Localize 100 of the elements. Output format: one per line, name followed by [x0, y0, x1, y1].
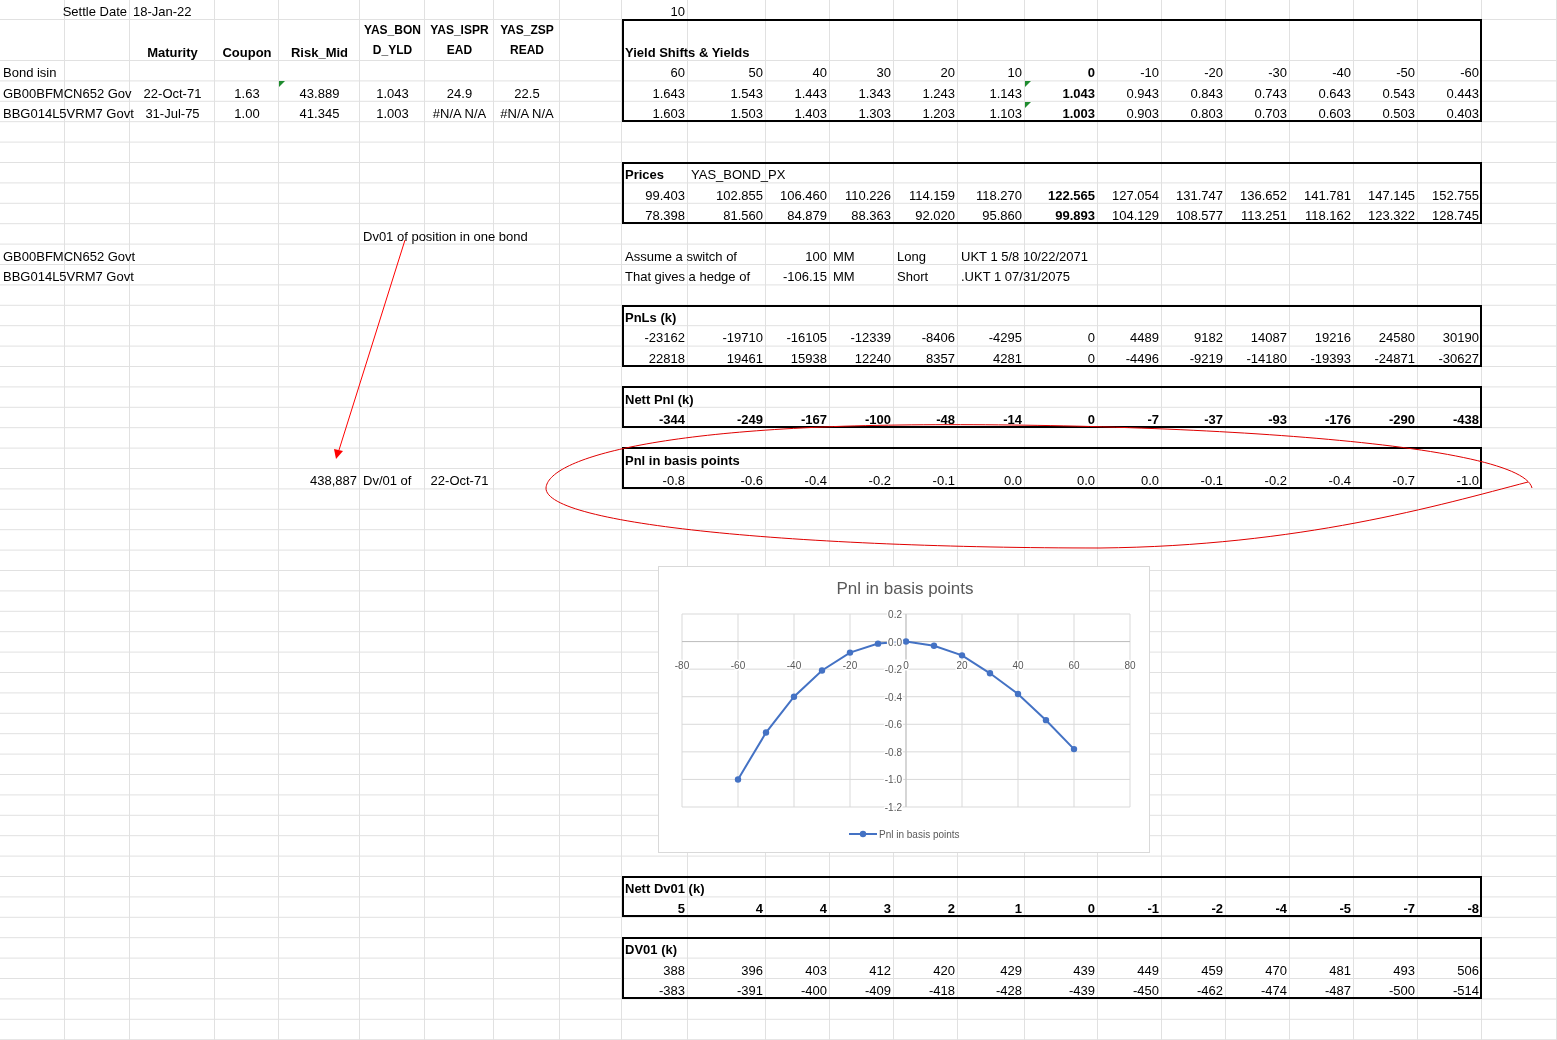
table-cell: -14 [1003, 412, 1022, 428]
table-cell: -500 [1388, 982, 1415, 998]
table-cell: 104.129 [1112, 208, 1159, 224]
table-cell: -4496 [1125, 350, 1159, 366]
table-cell: 43.889 [299, 85, 340, 101]
table-cell: -19393 [1310, 350, 1351, 366]
table-cell: 152.755 [1432, 187, 1479, 203]
table-cell: 4 [819, 901, 827, 917]
table-cell: -428 [995, 982, 1022, 998]
note-text: Dv01 of position in one bond [363, 228, 528, 244]
shift-header: 20 [940, 65, 955, 81]
table-cell: 15938 [790, 350, 827, 366]
y-tick-label: -0.2 [884, 664, 902, 676]
section-title: Yield Shifts & Yields [625, 45, 750, 60]
x-tick-label: -40 [786, 659, 802, 671]
shift-header: 40 [812, 65, 827, 81]
table-cell: 14087 [1250, 330, 1287, 346]
settle-date: 18-Jan-22 [133, 4, 192, 19]
legend-marker-icon [848, 830, 878, 838]
table-cell: 19461 [726, 350, 763, 366]
shift-header: 60 [670, 65, 685, 81]
table-cell: 141.781 [1304, 187, 1351, 203]
table-cell: 1.003 [376, 106, 409, 122]
table-cell: 0.903 [1126, 106, 1159, 122]
table-cell: 1 [1014, 901, 1022, 917]
y-tick-label: 0.2 [888, 609, 902, 620]
table-cell: -1 [1147, 901, 1159, 917]
table-cell: 0.843 [1190, 85, 1223, 101]
section-title: Prices [625, 167, 665, 183]
column-header: Risk_Mid [290, 45, 349, 60]
table-cell: -100 [864, 412, 891, 428]
table-cell: 0 [1087, 901, 1095, 917]
table-cell: 412 [869, 962, 891, 978]
table-cell: 31-Jul-75 [145, 106, 200, 122]
table-cell: 22818 [648, 350, 685, 366]
table-cell: 1.003 [1062, 106, 1095, 122]
column-header: YAS_ISPREAD [429, 22, 490, 59]
x-tick-label: 20 [956, 659, 968, 671]
data-point [846, 649, 854, 656]
shift-header: 30 [876, 65, 891, 81]
table-cell: 81.560 [723, 208, 763, 224]
table-cell: 0.803 [1190, 106, 1223, 122]
table-cell: -514 [1452, 982, 1479, 998]
table-cell: -409 [864, 982, 891, 998]
table-cell: -438 [1452, 412, 1479, 428]
table-cell: -487 [1324, 982, 1351, 998]
table-cell: 0.943 [1126, 85, 1159, 101]
table-cell: 1.303 [858, 106, 891, 122]
row-label: Dv/01 of [363, 473, 412, 489]
x-tick-label: -80 [674, 659, 690, 671]
shift-header: -40 [1332, 65, 1351, 81]
table-cell: 438,887 [310, 473, 357, 489]
table-cell: 1.603 [652, 106, 685, 122]
table-cell: -5 [1339, 901, 1351, 917]
table-cell: -439 [1068, 982, 1095, 998]
table-cell: 1.503 [730, 106, 763, 122]
y-tick-label: -0.8 [884, 746, 902, 758]
shift-header: -10 [1140, 65, 1159, 81]
table-cell: 8357 [926, 350, 955, 366]
table-cell: -0.7 [1392, 473, 1415, 489]
data-point [1014, 690, 1022, 698]
field-name: YAS_BOND_PX [691, 167, 786, 183]
table-cell: 0.743 [1254, 85, 1287, 101]
shift-header: -30 [1268, 65, 1287, 81]
y-tick-label: -1.2 [884, 802, 902, 813]
table-cell: 22-Oct-71 [430, 473, 489, 489]
table-cell: 22.5 [514, 85, 540, 101]
bond-name: UKT 1 5/8 10/22/2071 [961, 248, 1088, 264]
table-cell: 113.251 [1240, 208, 1287, 224]
table-cell: -0.2 [868, 473, 891, 489]
table-cell: 4489 [1130, 330, 1159, 346]
table-cell: 99.893 [1055, 208, 1095, 224]
bond-isin: GB00BFMCN652 Gov [3, 85, 132, 101]
table-cell: -24871 [1374, 350, 1415, 366]
table-cell: 1.343 [858, 85, 891, 101]
x-tick-label: 80 [1124, 659, 1136, 671]
table-cell: 420 [933, 962, 955, 978]
data-point [902, 638, 910, 645]
bond-isin: BBG014L5VRM7 Govt [3, 106, 134, 122]
y-tick-label: -1.0 [884, 774, 902, 786]
table-cell: 127.054 [1112, 187, 1159, 203]
table-cell: 3 [883, 901, 891, 917]
table-cell: 95.860 [982, 208, 1022, 224]
table-cell: -19710 [722, 330, 763, 346]
data-point [790, 693, 798, 700]
table-cell: -9219 [1189, 350, 1223, 366]
table-cell: -418 [928, 982, 955, 998]
table-cell: -391 [736, 982, 763, 998]
section-title: PnLs (k) [625, 310, 677, 326]
shift-header: -50 [1396, 65, 1415, 81]
table-cell: 396 [741, 962, 763, 978]
table-cell: 1.63 [234, 85, 260, 101]
table-cell: #N/A N/A [500, 106, 554, 122]
x-tick-label: -60 [730, 659, 746, 671]
table-cell: -93 [1268, 412, 1287, 428]
shift-header: -60 [1460, 65, 1479, 81]
column-header: YAS_BOND_YLD [363, 22, 422, 59]
table-cell: 1.203 [922, 106, 955, 122]
shift-header: 10 [1007, 65, 1022, 81]
table-cell: -37 [1204, 412, 1223, 428]
